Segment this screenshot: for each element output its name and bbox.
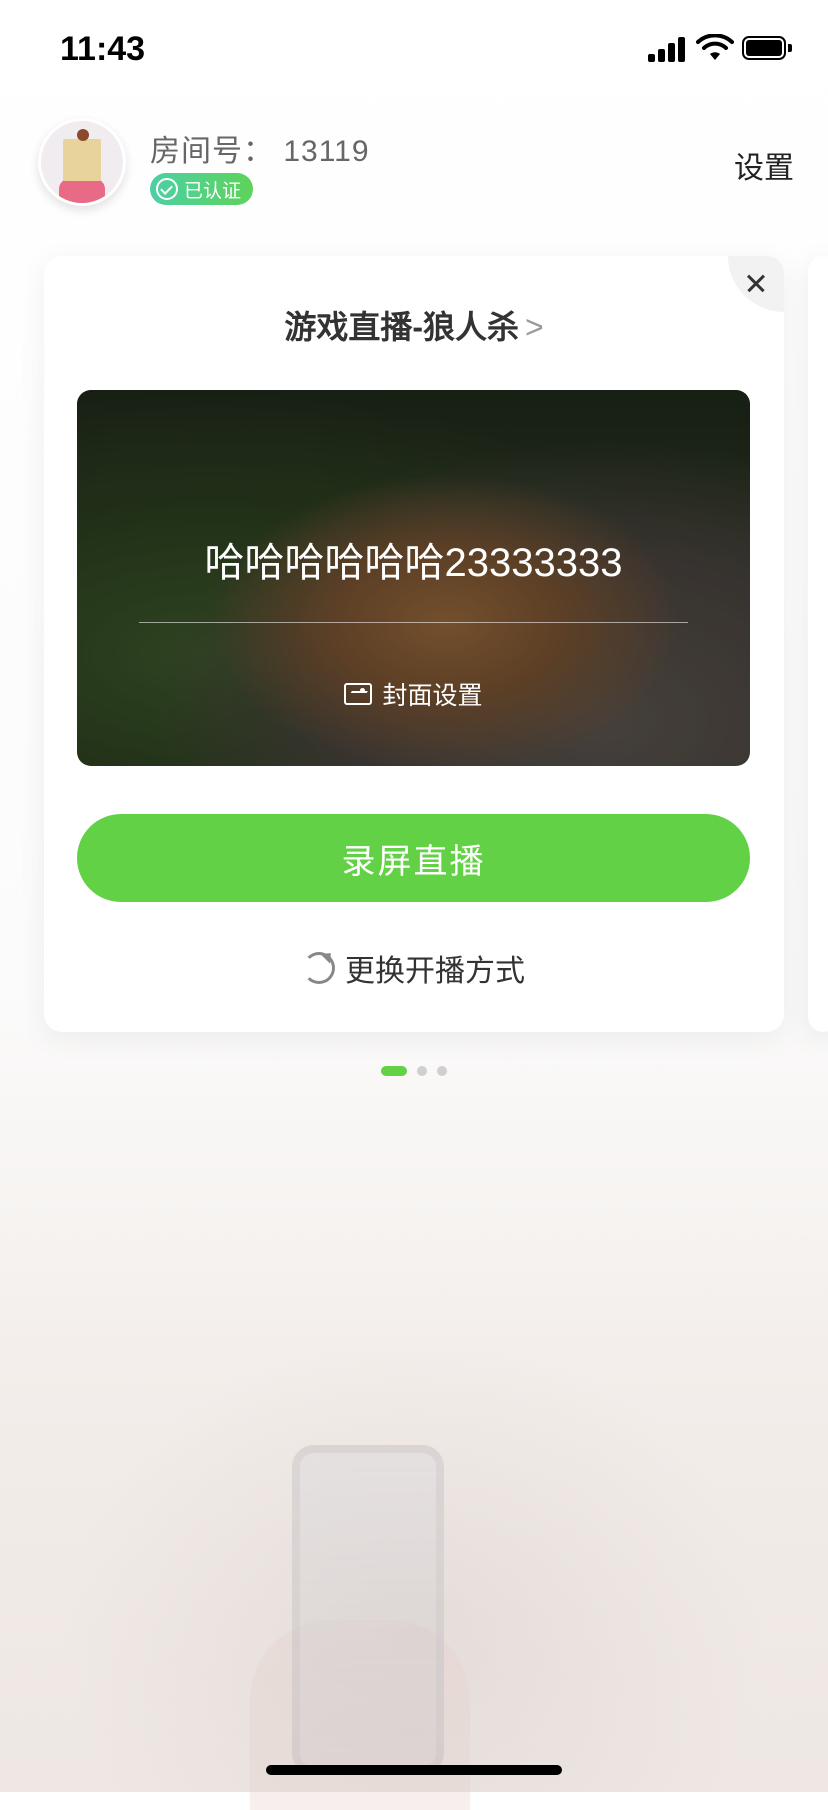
verified-badge-label: 已认证 xyxy=(184,180,242,202)
chevron-right-icon: > xyxy=(524,309,544,345)
refresh-icon xyxy=(303,952,335,984)
cover-settings-label: 封面设置 xyxy=(382,682,483,710)
avatar[interactable] xyxy=(38,118,126,206)
title-underline xyxy=(139,622,688,623)
battery-icon xyxy=(742,36,792,60)
next-card-peek[interactable] xyxy=(808,256,828,1032)
status-time: 11:43 xyxy=(60,30,146,68)
room-number: 房间号： 13119 xyxy=(150,135,370,168)
cover-image[interactable]: 哈哈哈哈哈哈23333333 封面设置 xyxy=(77,390,750,766)
status-bar: 11:43 xyxy=(0,0,828,100)
category-selector[interactable]: 游戏直播-狼人杀 > xyxy=(44,302,784,348)
home-indicator[interactable] xyxy=(266,1765,562,1775)
settings-button[interactable]: 设置 xyxy=(734,143,794,187)
background-phone xyxy=(292,1445,444,1775)
page-indicator xyxy=(0,1066,828,1076)
page-dot xyxy=(417,1066,427,1076)
page-dot xyxy=(437,1066,447,1076)
verified-badge: 已认证 xyxy=(150,173,254,205)
live-title-input[interactable]: 哈哈哈哈哈哈23333333 xyxy=(77,530,750,588)
image-icon xyxy=(344,683,373,705)
signal-icon xyxy=(648,36,688,62)
check-circle-icon xyxy=(156,178,178,200)
switch-mode-label: 更换开播方式 xyxy=(345,955,525,988)
page-dot-active xyxy=(381,1066,407,1076)
cover-settings-button[interactable]: 封面设置 xyxy=(77,676,750,712)
live-setup-card: 游戏直播-狼人杀 > 哈哈哈哈哈哈23333333 封面设置 录屏直播 更换开播方… xyxy=(44,256,784,1032)
start-screen-record-button[interactable]: 录屏直播 xyxy=(77,814,750,902)
switch-mode-button[interactable]: 更换开播方式 xyxy=(44,946,784,990)
wifi-icon xyxy=(696,34,734,60)
category-title: 游戏直播-狼人杀 xyxy=(284,309,519,345)
